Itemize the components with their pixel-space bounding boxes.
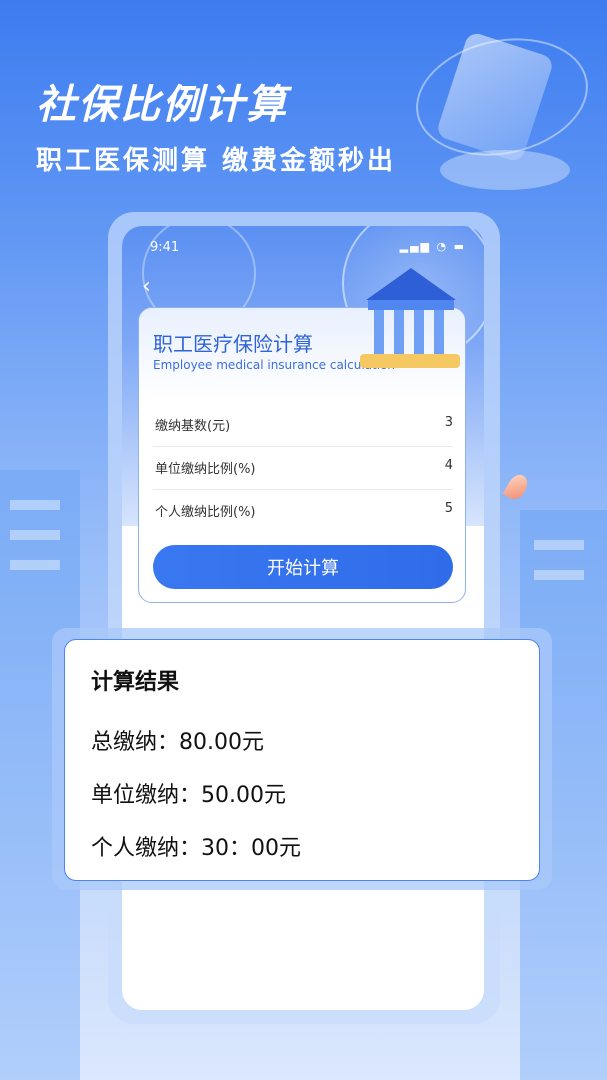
bank-building-icon (356, 268, 466, 388)
field-label-company-ratio: 单位缴纳比例(%) (155, 462, 256, 477)
field-label-personal-ratio: 个人缴纳比例(%) (155, 505, 256, 520)
field-value-personal-ratio[interactable]: 5 (445, 501, 453, 516)
field-row-personal-ratio[interactable]: 个人缴纳比例(%) 5 (153, 490, 453, 532)
result-title: 计算结果 (91, 670, 180, 695)
promo-subline: 职工医保测算 缴费金额秒出 (36, 146, 397, 176)
coin-platform-icon (440, 150, 570, 190)
status-signal-icon: ▂▄▆ ◔ ▬ (399, 240, 466, 253)
field-value-base[interactable]: 3 (445, 415, 453, 430)
field-value-company-ratio[interactable]: 4 (445, 458, 453, 473)
back-arrow-icon[interactable]: ‹ (142, 274, 151, 299)
leaf-decor-icon (502, 471, 532, 503)
result-card: 计算结果 总缴纳：80.00元 单位缴纳：50.00元 个人缴纳：30：00元 (64, 639, 540, 881)
field-row-base[interactable]: 缴纳基数(元) 3 (153, 404, 453, 447)
result-personal: 个人缴纳：30：00元 (91, 836, 301, 861)
field-label-base: 缴纳基数(元) (155, 419, 231, 434)
status-time: 9:41 (150, 240, 180, 255)
result-company: 单位缴纳：50.00元 (91, 783, 286, 808)
calculator-title: 职工医疗保险计算 (153, 332, 313, 356)
promo-headline: 社保比例计算 (36, 82, 288, 128)
result-total: 总缴纳：80.00元 (91, 730, 264, 755)
start-calculation-button[interactable]: 开始计算 (153, 545, 453, 589)
field-row-company-ratio[interactable]: 单位缴纳比例(%) 4 (153, 447, 453, 490)
